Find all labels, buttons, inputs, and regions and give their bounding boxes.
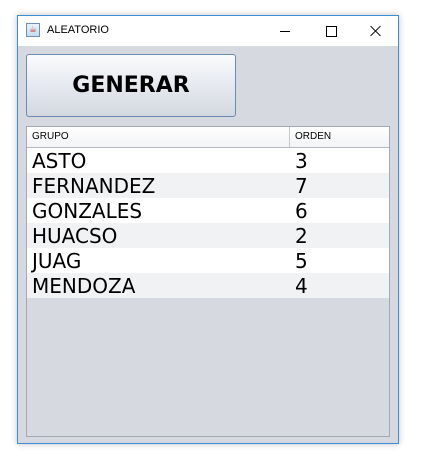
table-row[interactable]: GONZALES 6 [27,198,389,223]
cell-grupo: MENDOZA [32,274,136,298]
table-body: ASTO 3 FERNANDEZ 7 GONZALES 6 HUACSO 2 J… [27,148,389,298]
maximize-icon [325,25,337,37]
cell-orden: 6 [295,199,308,223]
java-cup-icon: ☕ [26,23,40,37]
cell-grupo: GONZALES [32,199,143,223]
results-table: GRUPO ORDEN ASTO 3 FERNANDEZ 7 GONZALES … [26,126,390,437]
cell-orden: 7 [295,174,308,198]
cell-grupo: HUACSO [32,224,118,248]
column-header-grupo[interactable]: GRUPO [27,127,290,147]
maximize-button[interactable] [308,16,354,46]
minimize-icon [280,30,290,32]
table-row[interactable]: FERNANDEZ 7 [27,173,389,198]
table-row[interactable]: JUAG 5 [27,248,389,273]
cell-orden: 5 [295,249,308,273]
app-window: ☕ ALEATORIO GENERAR GRUPO ORDEN ASTO 3 F… [17,15,399,444]
cell-grupo: FERNANDEZ [32,174,156,198]
table-row[interactable]: ASTO 3 [27,148,389,173]
column-header-orden[interactable]: ORDEN [290,127,389,147]
cell-orden: 3 [295,149,308,173]
title-bar[interactable]: ☕ ALEATORIO [18,16,398,46]
close-icon [370,25,382,37]
minimize-button[interactable] [262,16,308,46]
cell-grupo: ASTO [32,149,87,173]
cell-grupo: JUAG [32,249,82,273]
cell-orden: 2 [295,224,308,248]
table-header: GRUPO ORDEN [27,127,389,148]
close-button[interactable] [353,16,399,46]
window-title: ALEATORIO [47,24,109,36]
generate-button[interactable]: GENERAR [26,54,236,117]
cell-orden: 4 [295,274,308,298]
table-row[interactable]: HUACSO 2 [27,223,389,248]
table-row[interactable]: MENDOZA 4 [27,273,389,298]
